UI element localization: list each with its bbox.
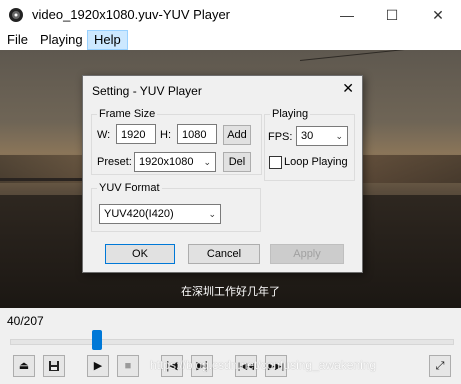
yuv-format-label: YUV Format	[97, 182, 162, 194]
loop-playing-label: Loop Playing	[284, 156, 348, 168]
width-label: W:	[97, 129, 111, 141]
save-button[interactable]	[43, 355, 65, 377]
loop-playing-checkbox[interactable]	[269, 156, 282, 169]
apply-button[interactable]: Apply	[270, 244, 344, 264]
close-button[interactable]: ✕	[415, 0, 461, 30]
fps-value: 30	[301, 130, 314, 142]
fullscreen-icon: ⤢	[435, 360, 445, 372]
dialog-close-button[interactable]: ✕	[342, 80, 354, 97]
preset-select[interactable]: 1920x1080 ⌄	[134, 152, 216, 172]
fullscreen-button[interactable]: ⤢	[429, 355, 451, 377]
minimize-button[interactable]: —	[324, 0, 370, 30]
eject-button[interactable]: ⏏	[13, 355, 35, 377]
dialog-title: Setting - YUV Player	[92, 84, 202, 98]
menu-file[interactable]: File	[1, 31, 34, 49]
settings-dialog: Setting - YUV Player ✕ Frame Size W: 192…	[82, 75, 363, 273]
power-line	[299, 50, 461, 61]
ok-button[interactable]: OK	[105, 244, 175, 264]
stop-button[interactable]: ■	[117, 355, 139, 377]
watermark: https://blog.csdn.net/confusing_awakenin…	[150, 358, 377, 372]
preset-label: Preset:	[97, 156, 132, 168]
fps-label: FPS:	[268, 131, 293, 143]
video-subtitle: 在深圳工作好几年了	[181, 286, 280, 298]
chevron-down-icon: ⌄	[208, 209, 216, 219]
height-input[interactable]: 1080	[177, 124, 217, 144]
preset-value: 1920x1080	[139, 156, 194, 168]
chevron-down-icon: ⌄	[203, 157, 211, 167]
menu-playing[interactable]: Playing	[34, 31, 89, 49]
width-input[interactable]: 1920	[116, 124, 156, 144]
fps-select[interactable]: 30 ⌄	[296, 126, 348, 146]
add-preset-button[interactable]: Add	[223, 125, 251, 145]
play-button[interactable]: ▶	[87, 355, 109, 377]
save-icon	[49, 361, 59, 371]
seek-bar[interactable]	[10, 339, 454, 345]
height-label: H:	[160, 129, 171, 141]
play-icon: ▶	[93, 360, 103, 372]
playing-group	[264, 114, 355, 181]
delete-preset-button[interactable]: Del	[223, 152, 251, 172]
cancel-button[interactable]: Cancel	[188, 244, 260, 264]
frame-size-label: Frame Size	[97, 108, 158, 120]
chevron-down-icon: ⌄	[335, 131, 343, 141]
seek-slider-thumb[interactable]	[92, 330, 102, 350]
title-bar: video_1920x1080.yuv-YUV Player — ☐ ✕	[0, 0, 461, 30]
window-title: video_1920x1080.yuv-YUV Player	[32, 7, 231, 22]
eject-icon: ⏏	[18, 360, 30, 372]
stop-icon: ■	[124, 360, 132, 372]
yuv-format-value: YUV420(I420)	[104, 208, 174, 220]
frame-counter: 40/207	[7, 314, 44, 328]
app-icon	[9, 8, 23, 22]
playing-label: Playing	[270, 108, 311, 120]
maximize-button[interactable]: ☐	[369, 0, 415, 30]
menu-bar: File Playing Help	[0, 30, 461, 50]
yuv-format-select[interactable]: YUV420(I420) ⌄	[99, 204, 221, 224]
menu-help[interactable]: Help	[87, 30, 128, 50]
